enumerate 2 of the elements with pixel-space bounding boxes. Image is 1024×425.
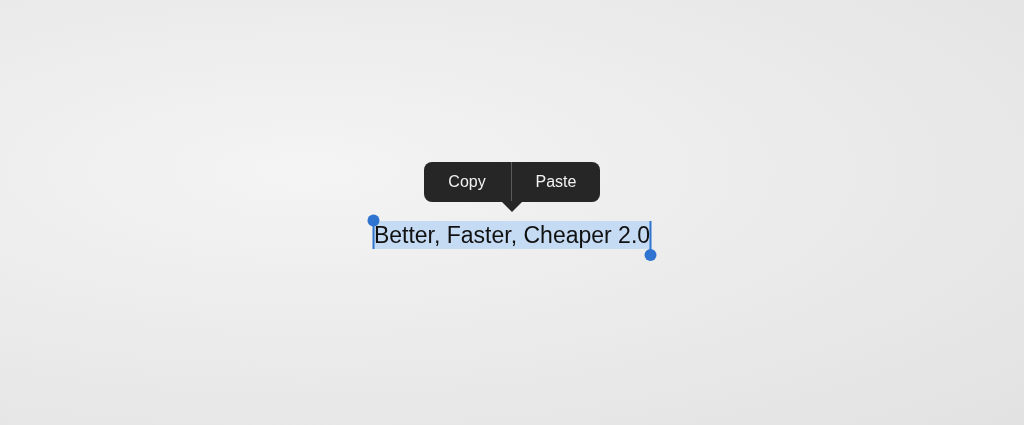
menu-item[interactable]: Copy [423,162,511,202]
selected-text: Better, Faster, Cheaper 2.0 [372,221,652,249]
